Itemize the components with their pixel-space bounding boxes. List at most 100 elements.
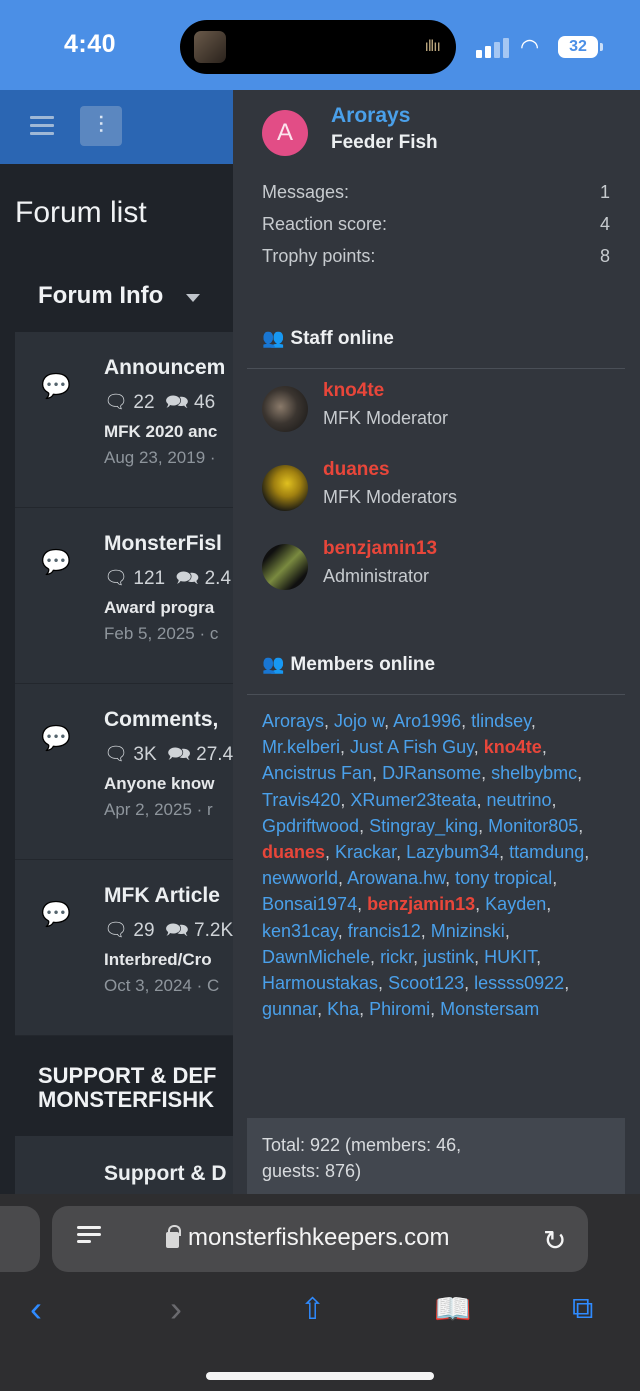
member-separator: ,: [340, 737, 351, 758]
stat-row: Messages: 1: [262, 176, 610, 208]
divider: [247, 368, 625, 369]
forum-node-title[interactable]: Comments,: [104, 708, 218, 732]
back-icon[interactable]: ‹: [30, 1288, 42, 1330]
member-link[interactable]: Aro1996: [393, 711, 461, 731]
member-link[interactable]: Scoot123: [388, 973, 464, 993]
staff-name-link[interactable]: kno4te: [323, 380, 384, 402]
forum-node-title[interactable]: MFK Article: [104, 884, 220, 908]
messages-icon: 🗪: [165, 920, 189, 941]
bookmarks-icon[interactable]: 📖: [434, 1292, 471, 1327]
member-link[interactable]: Arorays: [262, 711, 324, 731]
members-online-heading[interactable]: 👥 Members online: [262, 654, 435, 676]
member-link[interactable]: DawnMichele: [262, 947, 370, 967]
member-link[interactable]: DJRansome: [382, 763, 481, 783]
forum-node-title[interactable]: MonsterFisl: [104, 532, 222, 556]
category-title-support[interactable]: SUPPORT & DEF MONSTERFISHK: [38, 1064, 238, 1112]
member-separator: ,: [530, 711, 536, 731]
member-link[interactable]: gunnar: [262, 999, 317, 1019]
staff-online-heading[interactable]: 👥 Staff online: [262, 328, 394, 350]
member-link[interactable]: ttamdung: [509, 842, 584, 862]
latest-thread-link[interactable]: Award progra: [104, 598, 214, 618]
user-avatar[interactable]: A: [262, 110, 308, 156]
username-link[interactable]: Arorays: [331, 104, 410, 128]
member-link[interactable]: Arowana.hw: [347, 868, 445, 888]
messages-icon: 🗪: [167, 744, 191, 765]
latest-thread-link[interactable]: Anyone know: [104, 774, 215, 794]
member-link[interactable]: Mr.kelberi: [262, 737, 340, 757]
staff-name-link[interactable]: benzjamin13: [323, 538, 437, 560]
member-link[interactable]: ken31cay: [262, 921, 338, 941]
forum-node[interactable]: 💬 MFK Article 🗨 29 🗪 7.2K Interbred/Cro Oct …: [15, 860, 255, 1036]
stat-row: Reaction score: 4: [262, 208, 610, 240]
threads-icon: 🗨: [104, 392, 129, 413]
tabs-icon[interactable]: ⧉: [572, 1292, 593, 1326]
member-link[interactable]: Stingray_king: [369, 816, 478, 836]
member-link[interactable]: Just A Fish Guy: [350, 737, 474, 757]
online-totals: Total: 922 (members: 46, guests: 876): [247, 1118, 625, 1194]
member-separator: ,: [546, 894, 552, 915]
member-link[interactable]: Harmoustakas: [262, 973, 378, 993]
dynamic-island[interactable]: ıllıı: [180, 20, 456, 74]
member-link[interactable]: Lazybum34: [406, 842, 499, 862]
member-link[interactable]: XRumer23teata: [350, 790, 476, 810]
member-link[interactable]: Kha: [327, 999, 359, 1019]
member-link[interactable]: Krackar: [335, 842, 396, 862]
previous-tab-preview[interactable]: [0, 1206, 40, 1272]
staff-avatar[interactable]: [262, 386, 308, 432]
member-link[interactable]: Ancistrus Fan: [262, 763, 372, 783]
member-link[interactable]: Jojo w: [334, 711, 384, 731]
url-text[interactable]: monsterfishkeepers.com: [188, 1224, 449, 1252]
member-link[interactable]: Phiromi: [369, 999, 430, 1019]
member-link[interactable]: shelbybmc: [491, 763, 577, 783]
forum-node[interactable]: 💬 Comments, 🗨 3K 🗪 27.4 Anyone know Apr 2, 2…: [15, 684, 255, 860]
forum-node-title[interactable]: Announcem: [104, 356, 225, 380]
category-title-line: MONSTERFISHK: [38, 1087, 214, 1112]
member-link[interactable]: duanes: [262, 842, 325, 862]
forward-icon[interactable]: ›: [170, 1288, 182, 1330]
caret-down-icon[interactable]: [186, 294, 200, 302]
forum-node[interactable]: 💬 Announcem 🗨 22 🗪 46 MFK 2020 anc Aug 23, 2…: [15, 332, 255, 508]
forum-node[interactable]: 💬 MonsterFisl 🗨 121 🗪 2.4 Award progra Feb 5…: [15, 508, 255, 684]
staff-avatar[interactable]: [262, 544, 308, 590]
member-link[interactable]: Mnizinski: [431, 921, 505, 941]
messages-icon: 🗪: [175, 568, 200, 589]
account-panel: A Arorays Feeder Fish Messages: 1 Reactio…: [233, 90, 640, 1194]
staff-avatar[interactable]: [262, 465, 308, 511]
member-link[interactable]: benzjamin13: [367, 894, 475, 914]
member-separator: ,: [359, 815, 370, 836]
member-separator: ,: [499, 842, 510, 863]
member-link[interactable]: Monstersam: [440, 999, 539, 1019]
member-link[interactable]: Gpdriftwood: [262, 816, 359, 836]
member-link[interactable]: justink: [423, 947, 474, 967]
member-link[interactable]: Kayden: [485, 894, 546, 914]
threads-count: 29: [133, 920, 155, 941]
totals-line: guests: 876): [262, 1161, 362, 1181]
filter-icon[interactable]: ⫶: [80, 106, 122, 146]
category-title[interactable]: Forum Info: [38, 282, 163, 310]
member-link[interactable]: newworld: [262, 868, 338, 888]
member-link[interactable]: francis12: [348, 921, 421, 941]
latest-thread-link[interactable]: Interbred/Cro: [104, 950, 212, 970]
menu-icon[interactable]: [30, 116, 54, 136]
member-link[interactable]: neutrino: [486, 790, 551, 810]
reader-mode-icon[interactable]: [77, 1226, 101, 1252]
forum-node-title[interactable]: Support & D: [104, 1162, 226, 1186]
member-link[interactable]: tlindsey: [471, 711, 531, 731]
member-link[interactable]: tony tropical: [455, 868, 552, 888]
staff-role: Administrator: [323, 566, 430, 586]
latest-thread-link[interactable]: MFK 2020 anc: [104, 422, 217, 442]
messages-icon: 🗪: [165, 392, 189, 413]
stat-label: Reaction score:: [262, 214, 388, 234]
member-link[interactable]: kno4te: [484, 737, 542, 757]
member-link[interactable]: Travis420: [262, 790, 340, 810]
messages-count: 27.4: [196, 744, 234, 765]
member-link[interactable]: Monitor805: [488, 816, 578, 836]
latest-post-date: Aug 23, 2019 ·: [104, 448, 216, 467]
reload-icon[interactable]: ↻: [543, 1224, 566, 1257]
member-link[interactable]: Bonsai1974: [262, 894, 357, 914]
member-link[interactable]: rickr: [380, 947, 413, 967]
member-link[interactable]: lessss0922: [474, 973, 564, 993]
share-icon[interactable]: ⇧: [300, 1292, 325, 1327]
member-link[interactable]: HUKIT: [484, 947, 536, 967]
staff-name-link[interactable]: duanes: [323, 459, 390, 481]
